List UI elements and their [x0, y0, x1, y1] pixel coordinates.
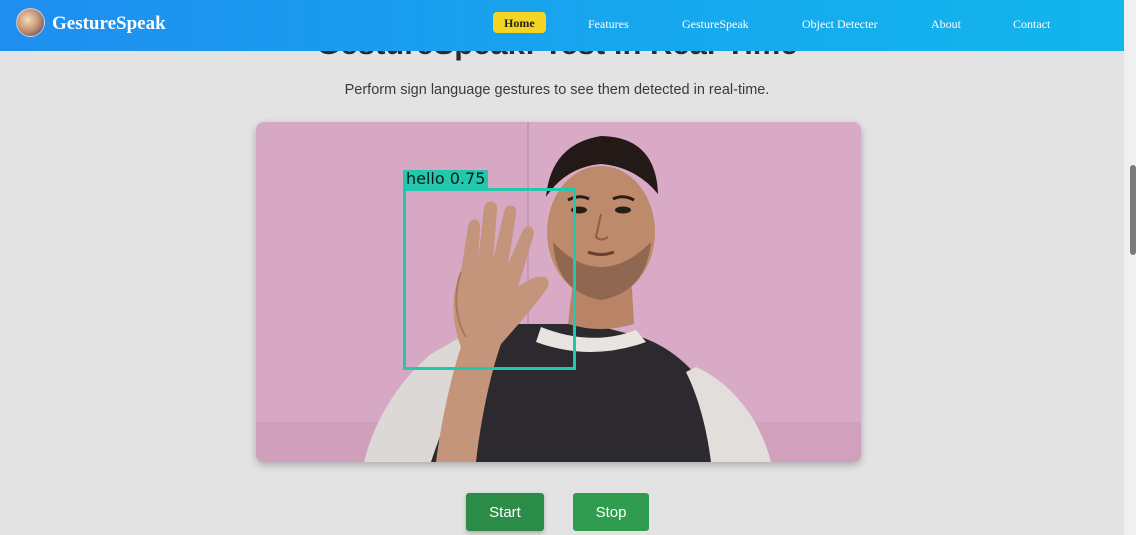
nav-item-gesturespeak[interactable]: GestureSpeak	[682, 17, 749, 32]
brand-name[interactable]: GestureSpeak	[52, 13, 166, 35]
nav-item-object-detecter[interactable]: Object Detecter	[802, 17, 878, 32]
scrollbar-thumb[interactable]	[1130, 165, 1136, 255]
start-button[interactable]: Start	[466, 493, 544, 531]
page-scrollbar[interactable]	[1124, 0, 1136, 535]
detection-label: hello 0.75	[403, 170, 489, 188]
navbar: GestureSpeak Home Features GestureSpeak …	[0, 0, 1124, 51]
nav-item-about[interactable]: About	[931, 17, 961, 32]
stop-button[interactable]: Stop	[573, 493, 649, 531]
webcam-video-feed: hello 0.75	[256, 122, 861, 462]
nav-item-contact[interactable]: Contact	[1013, 17, 1050, 32]
nav-item-features[interactable]: Features	[588, 17, 629, 32]
nav-item-home[interactable]: Home	[493, 12, 546, 33]
main-content: GestureSpeak: Test in Real-Time Perform …	[0, 0, 1124, 535]
page-subtitle: Perform sign language gestures to see th…	[344, 82, 770, 98]
brand-logo-icon[interactable]	[16, 8, 45, 37]
detection-bounding-box	[403, 188, 576, 370]
